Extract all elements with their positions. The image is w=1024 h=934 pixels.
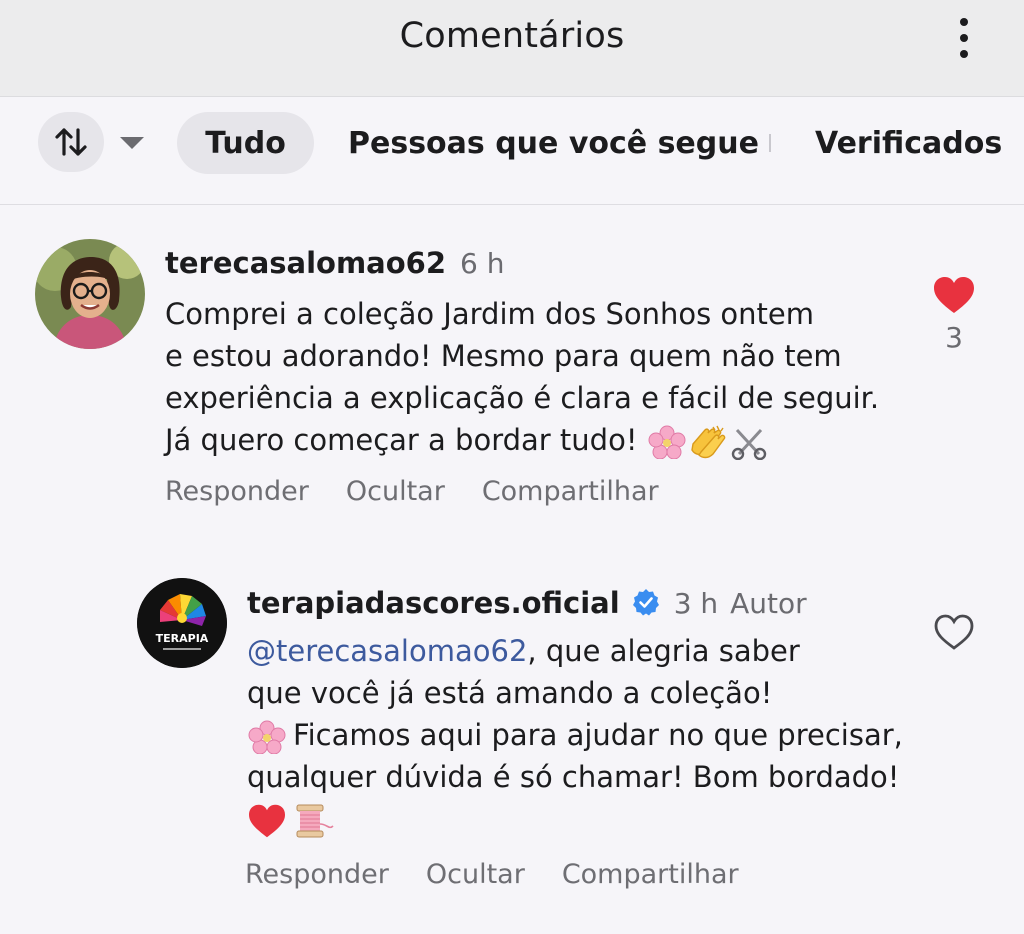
reply-button[interactable]: Responder: [165, 476, 309, 507]
username[interactable]: terapiadascores.oficial: [247, 586, 620, 620]
page-title: Comentários: [399, 16, 625, 56]
comment-text: Comprei a coleção Jardim dos Sonhos onte…: [165, 293, 879, 461]
tab-following[interactable]: Pessoas que você segue: [336, 112, 759, 174]
tab-divider: [769, 134, 771, 152]
comment-line: que você já está amando a coleção!: [247, 676, 773, 710]
timestamp: 6 h: [460, 247, 505, 280]
comment-meta: terapiadascores.oficial 3 h Autor: [247, 585, 807, 620]
share-button[interactable]: Compartilhar: [562, 859, 739, 890]
sort-arrows-icon: [55, 128, 87, 156]
like-count: 3: [945, 321, 963, 354]
comment-actions: Responder Ocultar Compartilhar: [245, 859, 776, 890]
mention-link[interactable]: @terecasalomao62: [247, 634, 527, 668]
comment-line: e estou adorando! Mesmo para quem não te…: [165, 339, 842, 373]
cherry-blossom-icon: [248, 720, 286, 754]
more-options-icon[interactable]: [950, 18, 978, 58]
author-label: Autor: [730, 587, 807, 620]
comment-line: qualquer dúvida é só chamar! Bom bordado…: [247, 760, 900, 794]
brand-avatar[interactable]: TERAPIA: [137, 578, 227, 668]
header-bar: Comentários: [0, 0, 1024, 97]
filter-bar: Tudo Pessoas que você segue Verificados: [0, 97, 1024, 205]
comment-text: @terecasalomao62, que alegria saber que …: [247, 630, 903, 840]
comment-line: @terecasalomao62, que alegria saber: [247, 634, 800, 668]
thread-spool-icon: [296, 804, 334, 838]
share-button[interactable]: Compartilhar: [482, 476, 659, 507]
tab-verified[interactable]: Verificados: [803, 112, 1002, 174]
reply-item: TERAPIA terapiadascores.oficial 3 h Auto…: [0, 560, 1024, 934]
comment-line: [247, 798, 903, 840]
tab-all[interactable]: Tudo: [177, 112, 314, 174]
comment-line: Ficamos aqui para ajudar no que precisar…: [247, 714, 903, 756]
timestamp: 3 h: [673, 587, 719, 620]
red-heart-icon: [249, 804, 285, 838]
username[interactable]: terecasalomao62: [165, 246, 446, 280]
comment-line: Já quero começar a bordar tudo!: [165, 419, 879, 461]
scissors-icon: [731, 428, 766, 460]
comment-item: terecasalomao62 6 h Comprei a coleção Ja…: [0, 205, 1024, 535]
brand-logo-text: TERAPIA: [156, 632, 209, 645]
cherry-blossom-icon: [648, 425, 686, 459]
verified-badge-icon: [632, 589, 659, 616]
comment-line: Comprei a coleção Jardim dos Sonhos onte…: [165, 297, 815, 331]
avatar[interactable]: [35, 239, 145, 349]
reply-button[interactable]: Responder: [245, 859, 389, 890]
clapping-hands-icon: [690, 425, 726, 459]
heart-outline-icon[interactable]: [932, 612, 976, 652]
heart-filled-icon[interactable]: [932, 275, 976, 315]
comment-meta: terecasalomao62 6 h: [165, 246, 505, 280]
hide-button[interactable]: Ocultar: [346, 476, 445, 507]
sort-button[interactable]: [38, 112, 104, 172]
hide-button[interactable]: Ocultar: [426, 859, 525, 890]
comment-line: experiência a explicação é clara e fácil…: [165, 381, 880, 415]
chevron-down-icon[interactable]: [117, 133, 147, 153]
comment-actions: Responder Ocultar Compartilhar: [165, 476, 696, 507]
